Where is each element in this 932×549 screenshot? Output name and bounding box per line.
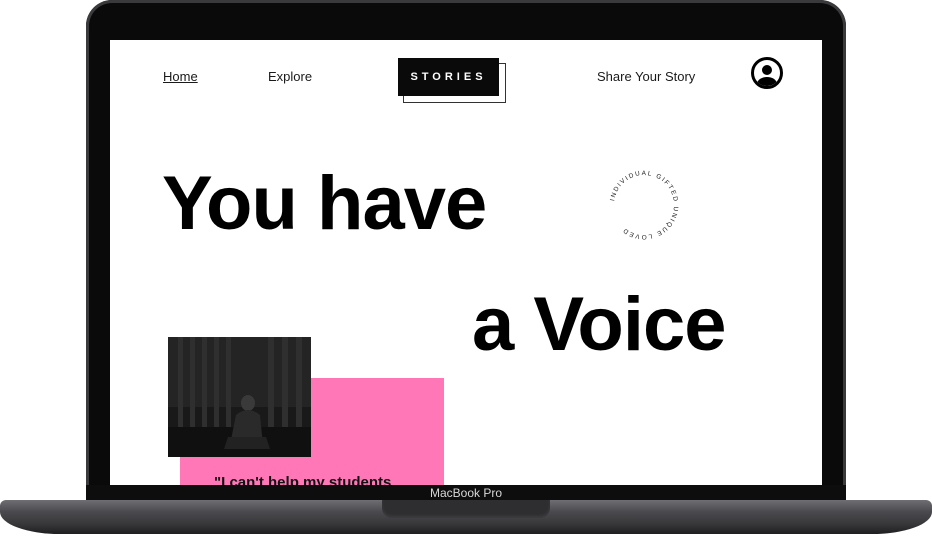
laptop-base — [0, 500, 932, 534]
badge-text: INDIVIDUAL GIFTED UNIQUE LOVED — [609, 170, 679, 240]
hero-line-2: a Voice — [472, 282, 727, 367]
nav-explore-link[interactable]: Explore — [268, 69, 312, 84]
laptop-chin: MacBook Pro — [86, 485, 846, 501]
trackpad-notch — [382, 500, 550, 518]
hero-line-1: You have — [162, 161, 487, 246]
circular-text-badge: INDIVIDUAL GIFTED UNIQUE LOVED — [609, 170, 679, 240]
user-circle-icon[interactable] — [751, 57, 783, 89]
nav-share-story-link[interactable]: Share Your Story — [597, 69, 695, 84]
site-logo[interactable]: STORIES — [398, 58, 499, 96]
feature-quote: "I can't help my students — [214, 474, 392, 485]
feature-photo[interactable] — [168, 337, 311, 457]
user-glyph — [757, 65, 777, 86]
device-label: MacBook Pro — [429, 486, 503, 500]
nav-home-link[interactable]: Home — [163, 69, 198, 84]
photo-illustration — [168, 337, 311, 457]
screen: Home Explore STORIES Share Your Story Yo… — [110, 40, 822, 485]
